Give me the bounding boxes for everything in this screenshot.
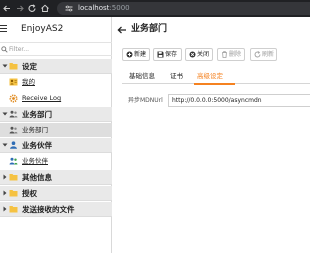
sidebar-group-authorization[interactable]: 授权	[0, 186, 112, 201]
filter-bar	[0, 42, 112, 56]
home-icon[interactable]	[40, 3, 50, 14]
delete-button[interactable]: 删除	[217, 48, 245, 61]
user-card-icon	[9, 78, 18, 88]
folder-icon	[9, 189, 18, 199]
sidebar-group-label: 业务部门	[22, 110, 52, 119]
trash-icon	[221, 51, 228, 60]
sidebar-item-mine[interactable]: 我的	[0, 75, 112, 89]
async-mdn-label: 异步MDNUrl	[128, 97, 163, 104]
caret-down-icon	[2, 142, 8, 150]
filter-input[interactable]	[9, 44, 109, 55]
async-mdn-url-input[interactable]	[168, 94, 310, 107]
sidebar-item-label: Receive Log	[22, 94, 62, 102]
back-icon[interactable]	[2, 3, 12, 14]
caret-right-icon	[2, 206, 8, 214]
address-bar[interactable]: localhost:5000	[57, 2, 310, 15]
sidebar-group-partners[interactable]: 业务伙伴	[0, 138, 112, 153]
url-text: localhost:5000	[78, 4, 130, 13]
sidebar-group-label: 授权	[22, 189, 37, 198]
back-arrow-icon[interactable]	[117, 26, 127, 36]
sidebar-item-label: 业务伙伴	[22, 157, 48, 165]
new-button[interactable]: 新建	[122, 48, 150, 61]
new-button-label: 新建	[134, 51, 147, 58]
delete-button-label: 删除	[229, 51, 242, 58]
url-port: :5000	[109, 4, 130, 12]
caret-right-icon	[2, 190, 8, 198]
sidebar-group-departments[interactable]: 业务部门	[0, 107, 112, 122]
save-button-label: 保存	[165, 51, 178, 58]
sidebar-group-label: 其他信息	[22, 173, 52, 182]
plus-circle-icon	[126, 51, 133, 60]
sidebar-group-other-info[interactable]: 其他信息	[0, 170, 112, 185]
sidebar-group-label: 设定	[22, 62, 37, 71]
sidebar-group-settings[interactable]: 设定	[0, 59, 112, 74]
sidebar-item-receive-log[interactable]: Receive Log	[0, 91, 112, 105]
forward-icon[interactable]	[15, 3, 25, 14]
search-icon	[1, 46, 8, 55]
sidebar-item-label: 我的	[22, 78, 35, 86]
app-header: EnjoyAS2	[0, 17, 112, 41]
save-button[interactable]: 保存	[153, 48, 182, 61]
departments-icon	[9, 110, 18, 120]
departments-icon	[9, 126, 18, 136]
browser-toolbar: localhost:5000	[0, 0, 310, 17]
sidebar-group-files[interactable]: 发送接收的文件	[0, 202, 112, 217]
async-mdn-row: 异步MDNUrl	[122, 94, 310, 107]
sidebar-item-partner[interactable]: 业务伙伴	[0, 154, 112, 168]
caret-down-icon	[2, 111, 8, 119]
close-circle-icon	[189, 51, 196, 60]
menu-icon[interactable]	[0, 25, 7, 32]
refresh-button-label: 刷新	[262, 51, 275, 58]
close-button-label: 关闭	[197, 51, 210, 58]
folder-icon	[9, 62, 18, 72]
sidebar-group-label: 发送接收的文件	[22, 205, 75, 214]
sidebar-item-department[interactable]: 业务部门	[0, 123, 112, 137]
save-icon	[157, 51, 164, 60]
main-panel: 业务部门 新建 保存 关闭 删除 刷新 基础信息 证书 高级设定 异步MDNUr…	[112, 17, 310, 253]
gear-icon	[9, 94, 18, 105]
sidebar: EnjoyAS2 设定 我的 Receive Log 业务部门 业务部门 业务伙…	[0, 17, 112, 253]
refresh-button[interactable]: 刷新	[250, 48, 277, 61]
user-icon	[9, 141, 18, 151]
reload-icon[interactable]	[27, 3, 37, 14]
caret-down-icon	[2, 63, 8, 71]
tab-label: 证书	[170, 72, 183, 80]
app-title: EnjoyAS2	[21, 24, 64, 34]
tab-bar: 基础信息 证书 高级设定	[122, 69, 310, 85]
page-title: 业务部门	[131, 24, 168, 34]
refresh-icon	[254, 51, 261, 60]
active-tab-indicator	[194, 83, 235, 85]
folder-icon	[9, 173, 18, 183]
tab-label: 高级设定	[197, 72, 223, 80]
url-host: localhost	[78, 4, 110, 12]
partner-icon	[9, 157, 18, 167]
tab-label: 基础信息	[129, 72, 155, 80]
close-button[interactable]: 关闭	[185, 48, 213, 61]
folder-icon	[9, 205, 18, 215]
site-info-icon[interactable]	[65, 5, 73, 14]
sidebar-group-label: 业务伙伴	[22, 141, 52, 150]
caret-right-icon	[2, 174, 8, 182]
sidebar-item-label: 业务部门	[22, 126, 48, 134]
